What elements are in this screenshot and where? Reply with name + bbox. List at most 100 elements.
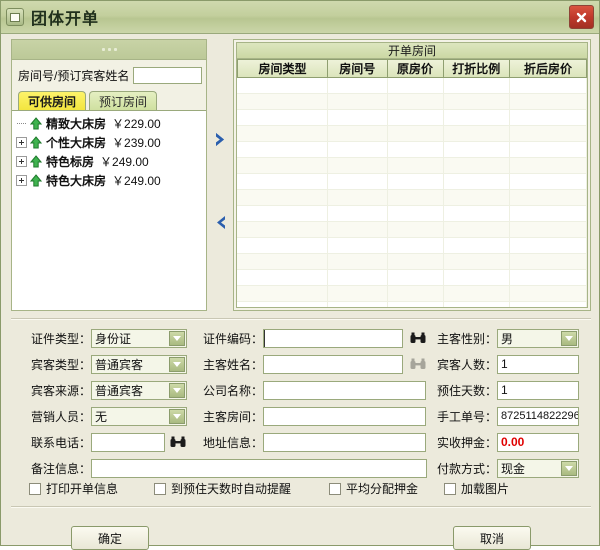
checkbox-label: 到预住天数时自动提醒 [171,482,292,496]
guest-type-select[interactable]: 普通宾客 [91,354,187,374]
chevron-down-icon[interactable] [169,408,185,424]
column-header-discounted-price[interactable]: 折后房价 [510,59,587,78]
room-type-tree[interactable]: 精致大床房 ￥229.00 个性大床房 ￥239.00 特色标房 ￥249.00… [12,110,206,310]
field-label: 证件类型： [30,331,91,346]
sales-person-select[interactable]: 无 [91,406,187,426]
table-row[interactable] [237,174,587,190]
payment-select[interactable]: 现金 [497,458,579,478]
guest-type-value: 普通宾客 [95,357,144,372]
tree-expander-icon[interactable] [16,156,27,167]
column-header-discount-rate[interactable]: 打折比例 [443,59,510,78]
table-row[interactable] [237,270,587,286]
room-search-input[interactable] [133,66,202,84]
table-row[interactable] [237,142,587,158]
phone-input[interactable] [91,432,165,452]
checkbox-average-deposit[interactable]: 平均分配押金 [329,480,418,497]
panel-grip [12,40,206,60]
field-main-guest-name: 主客姓名： [197,354,426,374]
checkbox-label: 打印开单信息 [46,482,119,496]
table-row[interactable] [237,238,587,254]
list-item[interactable]: 特色标房 ￥249.00 [12,152,206,171]
column-header-room-type[interactable]: 房间类型 [237,59,328,78]
field-label: 宾客来源： [30,383,91,398]
field-label: 备注信息： [30,461,91,476]
checkbox-box[interactable] [329,482,341,495]
room-type-price: ￥239.00 [112,136,161,150]
table-row[interactable] [237,222,587,238]
field-guest-count: 宾客人数： 1 [431,354,579,374]
cancel-button[interactable]: 取消 [453,526,531,550]
table-row[interactable] [237,126,587,142]
room-search-row: 房间号/预订宾客姓名 [12,60,206,90]
checkbox-load-image[interactable]: 加载图片 [444,480,509,497]
column-header-original-price[interactable]: 原房价 [387,59,444,78]
cert-type-select[interactable]: 身份证 [91,328,187,348]
table-row[interactable] [237,158,587,174]
grip-dot [107,48,111,51]
cert-no-input[interactable] [263,328,403,348]
group-checkin-window: 团体开单 房间号/预订宾客姓名 可供房间 预订房间 精致大床房 ￥229.00 … [0,0,600,550]
grid-body[interactable] [236,78,588,308]
chevron-down-icon[interactable] [561,460,577,476]
checkbox-box[interactable] [444,482,456,495]
stay-days-input[interactable]: 1 [497,380,579,400]
window-body: 房间号/预订宾客姓名 可供房间 预订房间 精致大床房 ￥229.00 个性大床房… [1,34,600,550]
chevron-down-icon[interactable] [169,356,185,372]
deposit-input[interactable]: 0.00 [497,432,579,452]
guest-source-select[interactable]: 普通宾客 [91,380,187,400]
field-guest-type: 宾客类型： 普通宾客 [19,354,187,374]
guest-form: 证件类型： 身份证 宾客类型： 普通宾客 宾客来源： 普通宾客 营销人员： 无 … [1,324,600,479]
gender-select[interactable]: 男 [497,328,579,348]
field-cert-no: 证件编码： [197,328,426,348]
company-input[interactable] [263,380,426,400]
field-main-room: 主客房间： [197,406,426,426]
window-system-icon[interactable] [6,8,24,26]
field-deposit: 实收押金： 0.00 [431,432,579,452]
list-item[interactable]: 特色大床房 ￥249.00 [12,171,206,190]
table-row[interactable] [237,190,587,206]
table-row[interactable] [237,286,587,302]
chevron-down-icon[interactable] [169,330,185,346]
close-button[interactable] [569,5,594,29]
main-guest-name-input[interactable] [263,354,403,374]
tree-expander-icon[interactable] [16,175,27,186]
field-guest-source: 宾客来源： 普通宾客 [19,380,187,400]
chevron-left-icon[interactable] [212,214,229,231]
table-row[interactable] [237,254,587,270]
address-input[interactable] [263,432,426,452]
table-row[interactable] [237,78,587,94]
tab-available-rooms[interactable]: 可供房间 [18,91,87,110]
room-type-name: 特色大床房 [46,174,107,188]
ok-button[interactable]: 确定 [71,526,149,550]
field-label: 主客房间： [202,409,263,424]
remark-input[interactable] [91,458,427,478]
tab-reserved-rooms[interactable]: 预订房间 [89,91,158,110]
tree-expander-icon[interactable] [16,118,27,129]
binoculars-icon[interactable] [410,332,426,344]
chevron-down-icon[interactable] [561,330,577,346]
list-item[interactable]: 个性大床房 ￥239.00 [12,133,206,152]
table-row[interactable] [237,302,587,307]
table-row[interactable] [237,206,587,222]
field-payment: 付款方式： 现金 [431,458,579,478]
chevron-down-icon[interactable] [169,382,185,398]
field-label: 主客性别： [436,331,497,346]
checkbox-auto-remind[interactable]: 到预住天数时自动提醒 [154,480,291,497]
chevron-right-icon[interactable] [212,131,229,148]
tree-expander-icon[interactable] [16,137,27,148]
manual-no-input[interactable]: 8725114822296 [497,406,579,426]
room-search-label: 房间号/预订宾客姓名 [18,68,130,83]
checkbox-box[interactable] [29,482,41,495]
binoculars-icon[interactable] [170,436,186,448]
grip-dot [101,48,105,51]
available-rooms-panel: 房间号/预订宾客姓名 可供房间 预订房间 精致大床房 ￥229.00 个性大床房… [11,39,207,311]
checkbox-box[interactable] [154,482,166,495]
table-row[interactable] [237,94,587,110]
column-header-room-no[interactable]: 房间号 [328,59,388,78]
field-label: 公司名称： [202,383,263,398]
guest-count-input[interactable]: 1 [497,354,579,374]
table-row[interactable] [237,110,587,126]
checkbox-print-info[interactable]: 打印开单信息 [29,480,118,497]
main-room-input[interactable] [263,406,426,426]
list-item[interactable]: 精致大床房 ￥229.00 [12,114,206,133]
